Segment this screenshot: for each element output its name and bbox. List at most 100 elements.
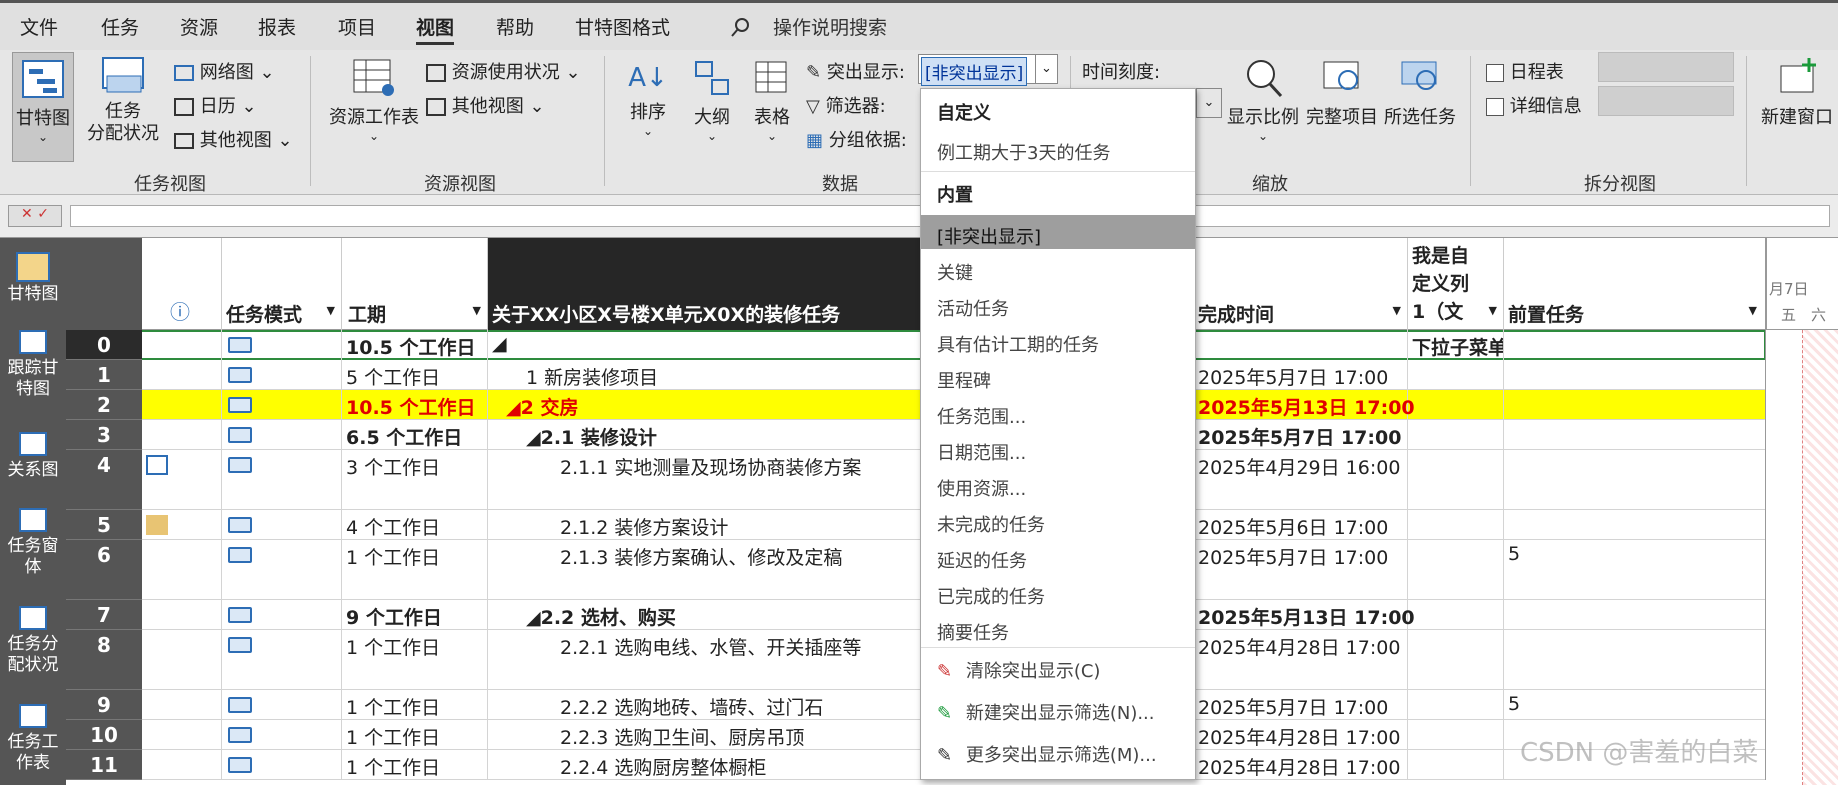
clear-highlight-item[interactable]: ✎ 清除突出显示(C) (937, 657, 1100, 683)
sort-button[interactable]: A↓ 排序 ⌄ (620, 58, 676, 138)
row-number[interactable]: 11 (66, 750, 142, 780)
duration-cell[interactable]: 1 个工作日 (342, 720, 488, 750)
more-highlight-filters-item[interactable]: ✎ 更多突出显示筛选(M)... (937, 741, 1157, 767)
network-diagram-button[interactable]: 网络图 ⌄ (174, 58, 275, 84)
viewbar-task-form[interactable]: 任务窗 体 (0, 508, 66, 578)
info-cell[interactable] (142, 600, 222, 630)
dropdown-item[interactable]: 例工期大于3天的任务 (937, 139, 1110, 165)
dropdown-item[interactable]: 里程碑 (937, 367, 991, 393)
dropdown-item[interactable]: 未完成的任务 (937, 511, 1045, 537)
dropdown-item[interactable]: 日期范围... (937, 439, 1026, 465)
timeline-select[interactable] (1598, 52, 1734, 82)
table-button[interactable]: 表格 ⌄ (744, 58, 800, 143)
table-row[interactable]: 3 个工作日 2.1.1 实地测量及现场协商装修方案 2025年4月29日 16:0… (66, 450, 1766, 510)
info-cell[interactable] (142, 540, 222, 600)
duration-cell[interactable]: 1 个工作日 (342, 540, 488, 600)
duration-cell[interactable]: 3 个工作日 (342, 450, 488, 510)
finish-cell[interactable]: 2025年5月7日 17:00 (1194, 690, 1408, 720)
gantt-chart-button[interactable]: 甘特图 ⌄ (12, 52, 74, 162)
predecessor-cell[interactable]: 5 (1504, 690, 1766, 720)
dropdown-item[interactable]: 关键 (937, 259, 973, 285)
search-icon[interactable] (730, 16, 752, 38)
duration-cell[interactable]: 9 个工作日 (342, 600, 488, 630)
table-row[interactable]: 1 个工作日 2.2.1 选购电线、水管、开关插座等 2025年4月28日 17:0… (66, 630, 1766, 690)
info-cell[interactable] (142, 720, 222, 750)
finish-cell[interactable]: 2025年5月13日 17:00 (1194, 390, 1415, 420)
mode-cell[interactable] (222, 750, 342, 780)
viewbar-tracking-gantt[interactable]: 跟踪甘 特图 (0, 330, 66, 400)
mode-cell[interactable] (222, 360, 342, 390)
select-all-corner[interactable] (66, 238, 142, 330)
predecessor-cell[interactable] (1504, 600, 1766, 630)
table-row[interactable]: 1 个工作日 2.2.2 选购地砖、墙砖、过门石 2025年5月7日 17:00 5 (66, 690, 1766, 720)
duration-cell[interactable]: 4 个工作日 (342, 510, 488, 540)
finish-cell[interactable]: 2025年5月6日 17:00 (1194, 510, 1408, 540)
header-task-name[interactable]: 关于XX小区X号楼X单元X0X的装修任务 (488, 238, 922, 330)
row-number[interactable]: 1 (66, 360, 142, 390)
info-cell[interactable] (142, 420, 222, 450)
dropdown-item[interactable]: 任务范围... (937, 403, 1026, 429)
dropdown-item[interactable]: 使用资源... (937, 475, 1026, 501)
zoom-button[interactable]: 显示比例 ⌄ (1226, 56, 1300, 143)
menu-view[interactable]: 视图 (416, 13, 455, 45)
duration-cell[interactable]: 1 个工作日 (342, 690, 488, 720)
search-hint[interactable]: 操作说明搜索 (773, 13, 887, 40)
new-highlight-filter-item[interactable]: ✎ 新建突出显示筛选(N)... (937, 699, 1155, 725)
details-checkbox[interactable]: 详细信息 (1486, 92, 1582, 118)
row-number[interactable]: 8 (66, 630, 142, 690)
row-number[interactable]: 2 (66, 390, 142, 420)
info-cell[interactable] (142, 360, 222, 390)
resource-sheet-button[interactable]: 资源工作表 ⌄ (326, 58, 422, 143)
predecessor-cell[interactable] (1504, 510, 1766, 540)
table-row[interactable]: 9 个工作日 ◢2.2 选材、购买 2025年5月13日 17:00 (66, 600, 1766, 630)
details-select[interactable] (1598, 86, 1734, 116)
table-row[interactable]: 6.5 个工作日 ◢2.1 装修设计 2025年5月7日 17:00 (66, 420, 1766, 450)
row-number[interactable]: 7 (66, 600, 142, 630)
custom-cell[interactable] (1408, 420, 1504, 450)
table-row[interactable]: 1 个工作日 2.2.3 选购卫生间、厨房吊顶 2025年4月28日 17:00 (66, 720, 1766, 750)
header-finish[interactable]: 完成时间 ▼ (1194, 238, 1408, 330)
menu-file[interactable]: 文件 (20, 13, 58, 40)
row-number[interactable]: 3 (66, 420, 142, 450)
menu-task[interactable]: 任务 (101, 13, 139, 40)
other-resource-views-button[interactable]: 其他视图 ⌄ (426, 92, 545, 118)
row-number[interactable]: 0 (66, 330, 142, 360)
dropdown-item[interactable]: 摘要任务 (937, 619, 1009, 645)
info-cell[interactable] (142, 390, 222, 420)
duration-cell[interactable]: 1 个工作日 (342, 630, 488, 690)
entire-project-button[interactable]: 完整项目 (1304, 56, 1380, 129)
new-window-button[interactable]: 新建窗口 (1756, 56, 1838, 129)
header-info[interactable]: ⓘ (142, 238, 222, 330)
duration-cell[interactable]: 6.5 个工作日 (342, 420, 488, 450)
finish-cell[interactable]: 2025年5月7日 17:00 (1194, 360, 1408, 390)
custom-cell[interactable] (1408, 450, 1504, 510)
dropdown-item[interactable]: [非突出显示] (937, 223, 1041, 249)
viewbar-gantt[interactable]: 甘特图 (0, 252, 66, 305)
mode-cell[interactable] (222, 540, 342, 600)
viewbar-task-sheet[interactable]: 任务工 作表 (0, 704, 66, 774)
finish-cell[interactable]: 2025年4月29日 16:00 (1194, 450, 1408, 510)
custom-cell[interactable] (1408, 720, 1504, 750)
mode-cell[interactable] (222, 690, 342, 720)
entry-cancel-button[interactable]: ✕ ✓ (8, 205, 62, 227)
mode-cell[interactable] (222, 510, 342, 540)
mode-cell[interactable] (222, 600, 342, 630)
custom-cell[interactable] (1408, 750, 1504, 780)
finish-cell[interactable]: 2025年4月28日 17:00 (1194, 630, 1408, 690)
mode-cell[interactable] (222, 450, 342, 510)
custom-cell[interactable] (1408, 510, 1504, 540)
duration-cell[interactable]: 5 个工作日 (342, 360, 488, 390)
menu-gantt-format[interactable]: 甘特图格式 (575, 13, 670, 40)
predecessor-cell[interactable] (1504, 330, 1766, 360)
menu-report[interactable]: 报表 (258, 13, 296, 40)
mode-cell[interactable] (222, 390, 342, 420)
custom-cell[interactable] (1408, 690, 1504, 720)
task-assign-button[interactable]: 任务 分配状况 (80, 56, 166, 145)
custom-cell[interactable] (1408, 630, 1504, 690)
menu-resource[interactable]: 资源 (180, 13, 218, 40)
selected-tasks-button[interactable]: 所选任务 (1382, 56, 1458, 129)
header-duration[interactable]: 工期 ▼ (342, 238, 488, 330)
timescale-dropdown[interactable]: ⌄ (1196, 88, 1222, 118)
header-custom[interactable]: 我是自 定义列 1（文 ▼ (1408, 238, 1504, 330)
header-predecessors[interactable]: 前置任务 ▼ (1504, 238, 1766, 330)
